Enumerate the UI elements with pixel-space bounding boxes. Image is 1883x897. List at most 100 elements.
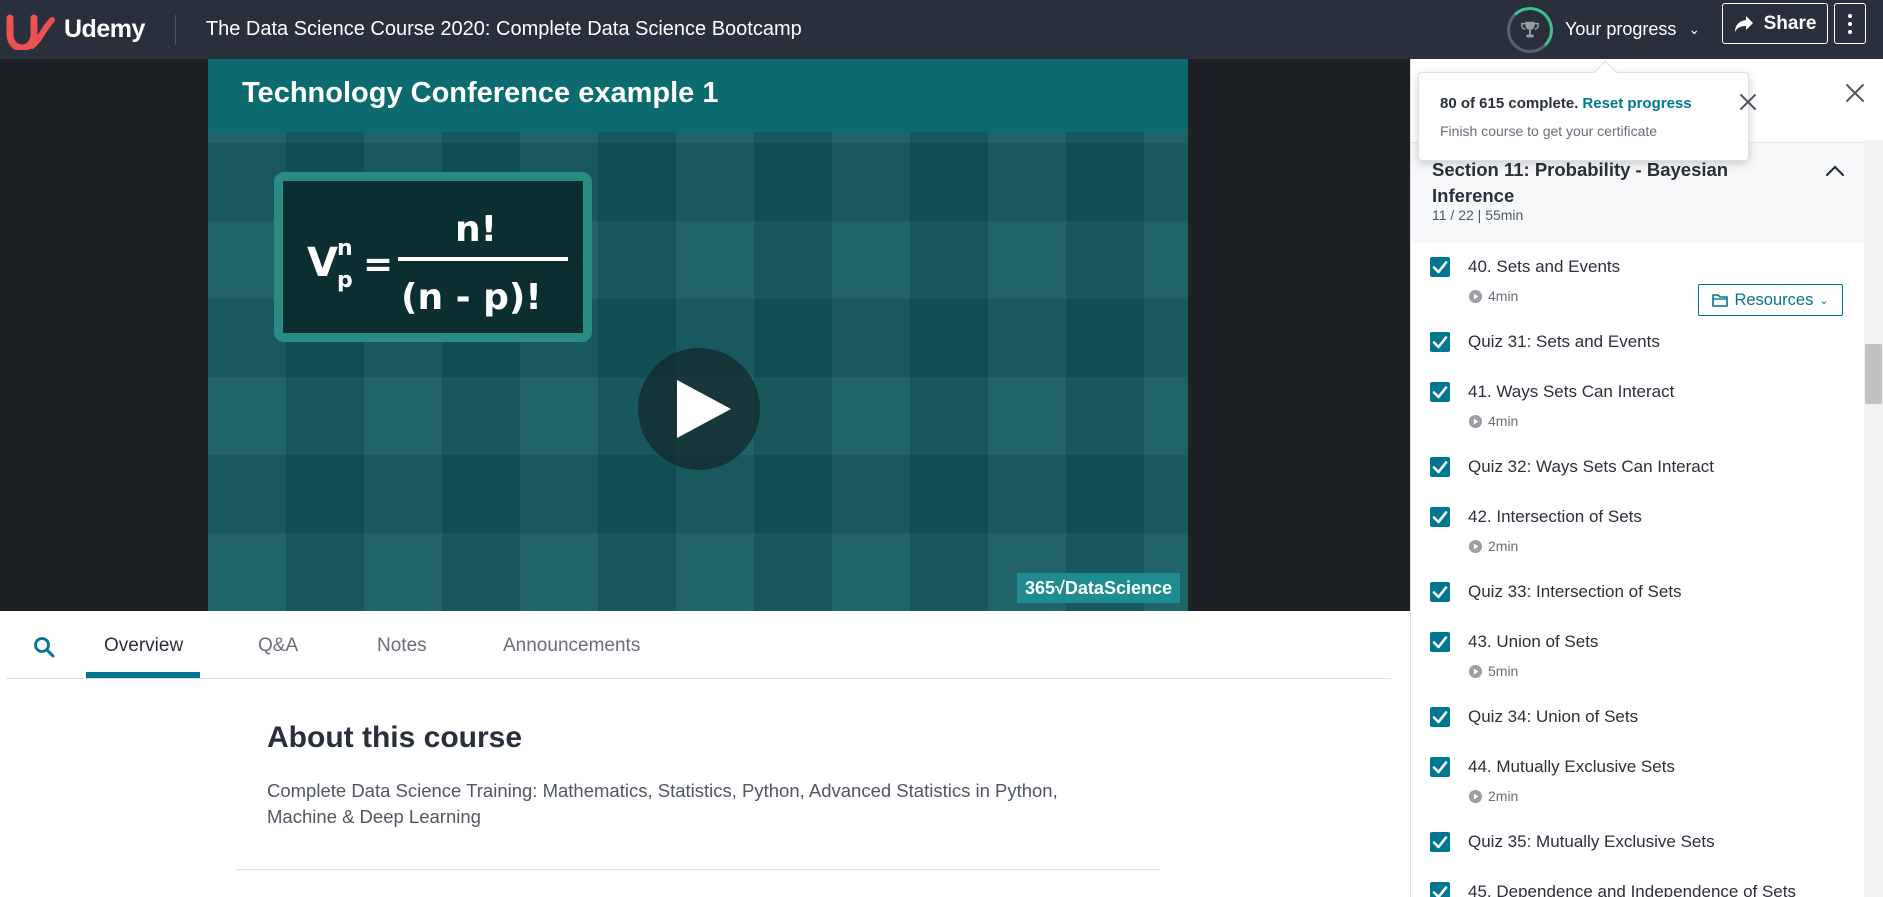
completed-checkbox[interactable]	[1430, 582, 1450, 602]
lecture-title: Quiz 32: Ways Sets Can Interact	[1468, 457, 1714, 476]
lecture-duration: 4min	[1468, 288, 1518, 304]
lecture-title: 44. Mutually Exclusive Sets	[1468, 757, 1675, 776]
resources-button[interactable]: Resources ⌄	[1698, 284, 1843, 316]
lecture-duration: 5min	[1468, 663, 1518, 679]
slide-title: Technology Conference example 1	[208, 59, 1188, 132]
lecture-title: Quiz 33: Intersection of Sets	[1468, 582, 1682, 601]
completed-checkbox[interactable]	[1430, 882, 1450, 897]
course-tabs: Overview Q&A Notes Announcements	[6, 611, 1391, 679]
lecture-title: 41. Ways Sets Can Interact	[1468, 382, 1675, 401]
lecture-title: 42. Intersection of Sets	[1468, 507, 1642, 526]
checkmark-icon	[1432, 836, 1448, 849]
kebab-dot-icon	[1848, 21, 1852, 26]
permutation-formula: V n p = n! (n - p)!	[307, 209, 568, 318]
svg-text:=: =	[363, 244, 393, 285]
lecture-title: 40. Sets and Events	[1468, 257, 1621, 276]
share-label: Share	[1763, 12, 1817, 34]
completed-checkbox[interactable]	[1430, 707, 1450, 727]
video-frame[interactable]: Technology Conference example 1 V n p = …	[208, 59, 1188, 611]
play-circle-icon	[1468, 414, 1483, 428]
tab-overview[interactable]: Overview	[104, 635, 183, 657]
progress-summary-line: 80 of 615 complete. Reset progress	[1440, 95, 1692, 112]
progress-ring	[1507, 6, 1553, 53]
completed-checkbox[interactable]	[1430, 382, 1450, 402]
search-icon[interactable]	[32, 635, 56, 659]
section-meta: 11 / 22 | 55min	[1432, 207, 1524, 223]
tab-qa[interactable]: Q&A	[258, 635, 298, 657]
svg-text:p: p	[337, 268, 353, 293]
play-circle-icon	[1468, 289, 1483, 303]
header-divider	[174, 14, 176, 45]
svg-text:n!: n!	[455, 209, 497, 250]
reset-progress-link[interactable]: Reset progress	[1582, 95, 1691, 112]
checkmark-icon	[1432, 511, 1448, 524]
course-title[interactable]: The Data Science Course 2020: Complete D…	[206, 18, 802, 41]
lecture-duration-text: 5min	[1488, 663, 1519, 679]
lecture-title: Quiz 34: Union of Sets	[1468, 707, 1639, 726]
lecture-duration-text: 2min	[1488, 538, 1519, 554]
tab-announcements[interactable]: Announcements	[503, 635, 640, 657]
play-button[interactable]	[638, 348, 760, 470]
completed-checkbox[interactable]	[1430, 457, 1450, 477]
section-title: Section 11: Probability - Bayesian Infer…	[1432, 159, 1729, 206]
lecture-title: Quiz 31: Sets and Events	[1468, 332, 1660, 351]
video-player[interactable]: Technology Conference example 1 V n p = …	[0, 59, 1410, 611]
checkmark-icon	[1432, 886, 1448, 897]
active-tab-indicator	[86, 672, 200, 678]
chevron-down-icon: ⌄	[1819, 294, 1829, 307]
close-icon[interactable]	[1843, 81, 1867, 105]
progress-summary: 80 of 615 complete.	[1440, 95, 1579, 112]
top-header: Udemy The Data Science Course 2020: Comp…	[0, 0, 1883, 59]
checkmark-icon	[1432, 586, 1448, 599]
kebab-dot-icon	[1848, 29, 1852, 34]
checkmark-icon	[1432, 336, 1448, 349]
play-icon	[677, 380, 731, 438]
lecture-duration-text: 4min	[1488, 288, 1519, 304]
completed-checkbox[interactable]	[1430, 632, 1450, 652]
folder-icon	[1712, 294, 1729, 307]
play-circle-icon	[1468, 789, 1483, 803]
checkmark-icon	[1432, 386, 1448, 399]
share-button[interactable]: Share	[1722, 3, 1828, 44]
about-title: About this course	[267, 721, 523, 754]
completed-checkbox[interactable]	[1430, 332, 1450, 352]
checkmark-icon	[1432, 461, 1448, 474]
your-progress-button[interactable]: Your progress ⌄	[1507, 0, 1700, 59]
resources-label: Resources	[1734, 290, 1814, 309]
lecture-title: 43. Union of Sets	[1468, 632, 1599, 651]
your-progress-label: Your progress	[1565, 19, 1677, 39]
chevron-down-icon: ⌄	[1688, 21, 1701, 37]
play-circle-icon	[1468, 664, 1483, 678]
checkmark-icon	[1432, 761, 1448, 774]
chevron-up-icon[interactable]	[1823, 161, 1847, 181]
completed-checkbox[interactable]	[1430, 832, 1450, 852]
play-circle-icon	[1468, 539, 1483, 553]
udemy-logo-icon	[6, 14, 55, 50]
close-icon[interactable]	[1738, 92, 1758, 112]
certificate-hint: Finish course to get your certificate	[1440, 123, 1658, 139]
sidebar-scrollbar[interactable]	[1864, 140, 1883, 897]
lecture-title: Quiz 35: Mutually Exclusive Sets	[1468, 832, 1715, 851]
tab-notes[interactable]: Notes	[377, 635, 427, 657]
trophy-icon	[1521, 21, 1539, 37]
completed-checkbox[interactable]	[1430, 507, 1450, 527]
lecture-duration: 2min	[1468, 538, 1518, 554]
svg-text:V: V	[307, 240, 338, 286]
formula-board: V n p = n! (n - p)!	[274, 172, 592, 342]
completed-checkbox[interactable]	[1430, 757, 1450, 777]
checkmark-icon	[1432, 261, 1448, 274]
sidebar-scrollbar-thumb[interactable]	[1865, 344, 1882, 404]
completed-checkbox[interactable]	[1430, 257, 1450, 277]
lecture-duration: 2min	[1468, 788, 1518, 804]
lecture-title: 45. Dependence and Independence of Sets	[1468, 882, 1796, 897]
slide-background: V n p = n! (n - p)! 365√DataScience	[208, 132, 1188, 611]
checkmark-icon	[1432, 636, 1448, 649]
checkmark-icon	[1432, 711, 1448, 724]
course-content-sidebar: Section 11: Probability - Bayesian Infer…	[1410, 59, 1883, 897]
more-options-button[interactable]	[1834, 3, 1866, 44]
lecture-duration: 4min	[1468, 413, 1518, 429]
about-description: Complete Data Science Training: Mathemat…	[267, 780, 1058, 827]
share-icon	[1734, 15, 1753, 32]
lecture-duration-text: 4min	[1488, 413, 1519, 429]
udemy-logo[interactable]: Udemy	[6, 0, 145, 59]
